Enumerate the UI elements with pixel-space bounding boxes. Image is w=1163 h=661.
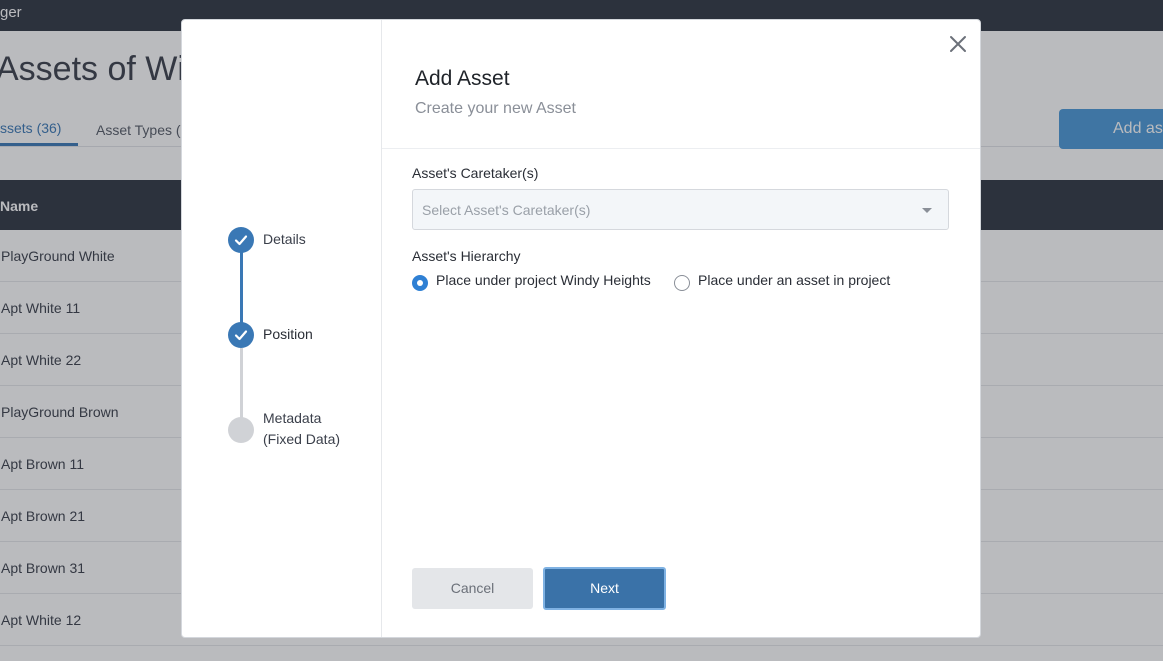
- caretaker-select[interactable]: Select Asset's Caretaker(s): [412, 189, 949, 230]
- check-icon: [234, 235, 248, 246]
- radio-place-under-project[interactable]: [412, 275, 428, 291]
- header-divider: [382, 148, 980, 149]
- check-icon: [234, 330, 248, 341]
- close-button[interactable]: [948, 34, 968, 54]
- step-pending-icon: [228, 417, 254, 443]
- chevron-down-icon: [922, 208, 932, 213]
- stepper: Details Position Metadata (Fixed Data): [182, 20, 382, 637]
- step-label-metadata-line1: Metadata: [263, 410, 322, 426]
- modal-title: Add Asset: [415, 67, 510, 90]
- step-label-details: Details: [263, 231, 306, 247]
- caretaker-label: Asset's Caretaker(s): [412, 165, 539, 181]
- step-label-metadata: Metadata (Fixed Data): [263, 408, 340, 450]
- close-icon: [950, 36, 966, 52]
- cancel-button[interactable]: Cancel: [412, 568, 533, 609]
- hierarchy-label: Asset's Hierarchy: [412, 248, 521, 264]
- add-asset-modal: Details Position Metadata (Fixed Data) A…: [181, 19, 981, 638]
- caretaker-placeholder: Select Asset's Caretaker(s): [422, 202, 591, 218]
- step-label-metadata-line2: (Fixed Data): [263, 431, 341, 447]
- step-complete-icon: [228, 322, 254, 348]
- step-label-position: Position: [263, 326, 313, 342]
- radio-label-place-under-project[interactable]: Place under project Windy Heights: [436, 272, 651, 288]
- modal-content: Add Asset Create your new Asset Asset's …: [382, 20, 980, 637]
- radio-label-place-under-asset[interactable]: Place under an asset in project: [698, 272, 890, 288]
- next-button[interactable]: Next: [543, 567, 666, 610]
- step-complete-icon: [228, 227, 254, 253]
- modal-subtitle: Create your new Asset: [415, 100, 576, 117]
- radio-place-under-asset[interactable]: [674, 275, 690, 291]
